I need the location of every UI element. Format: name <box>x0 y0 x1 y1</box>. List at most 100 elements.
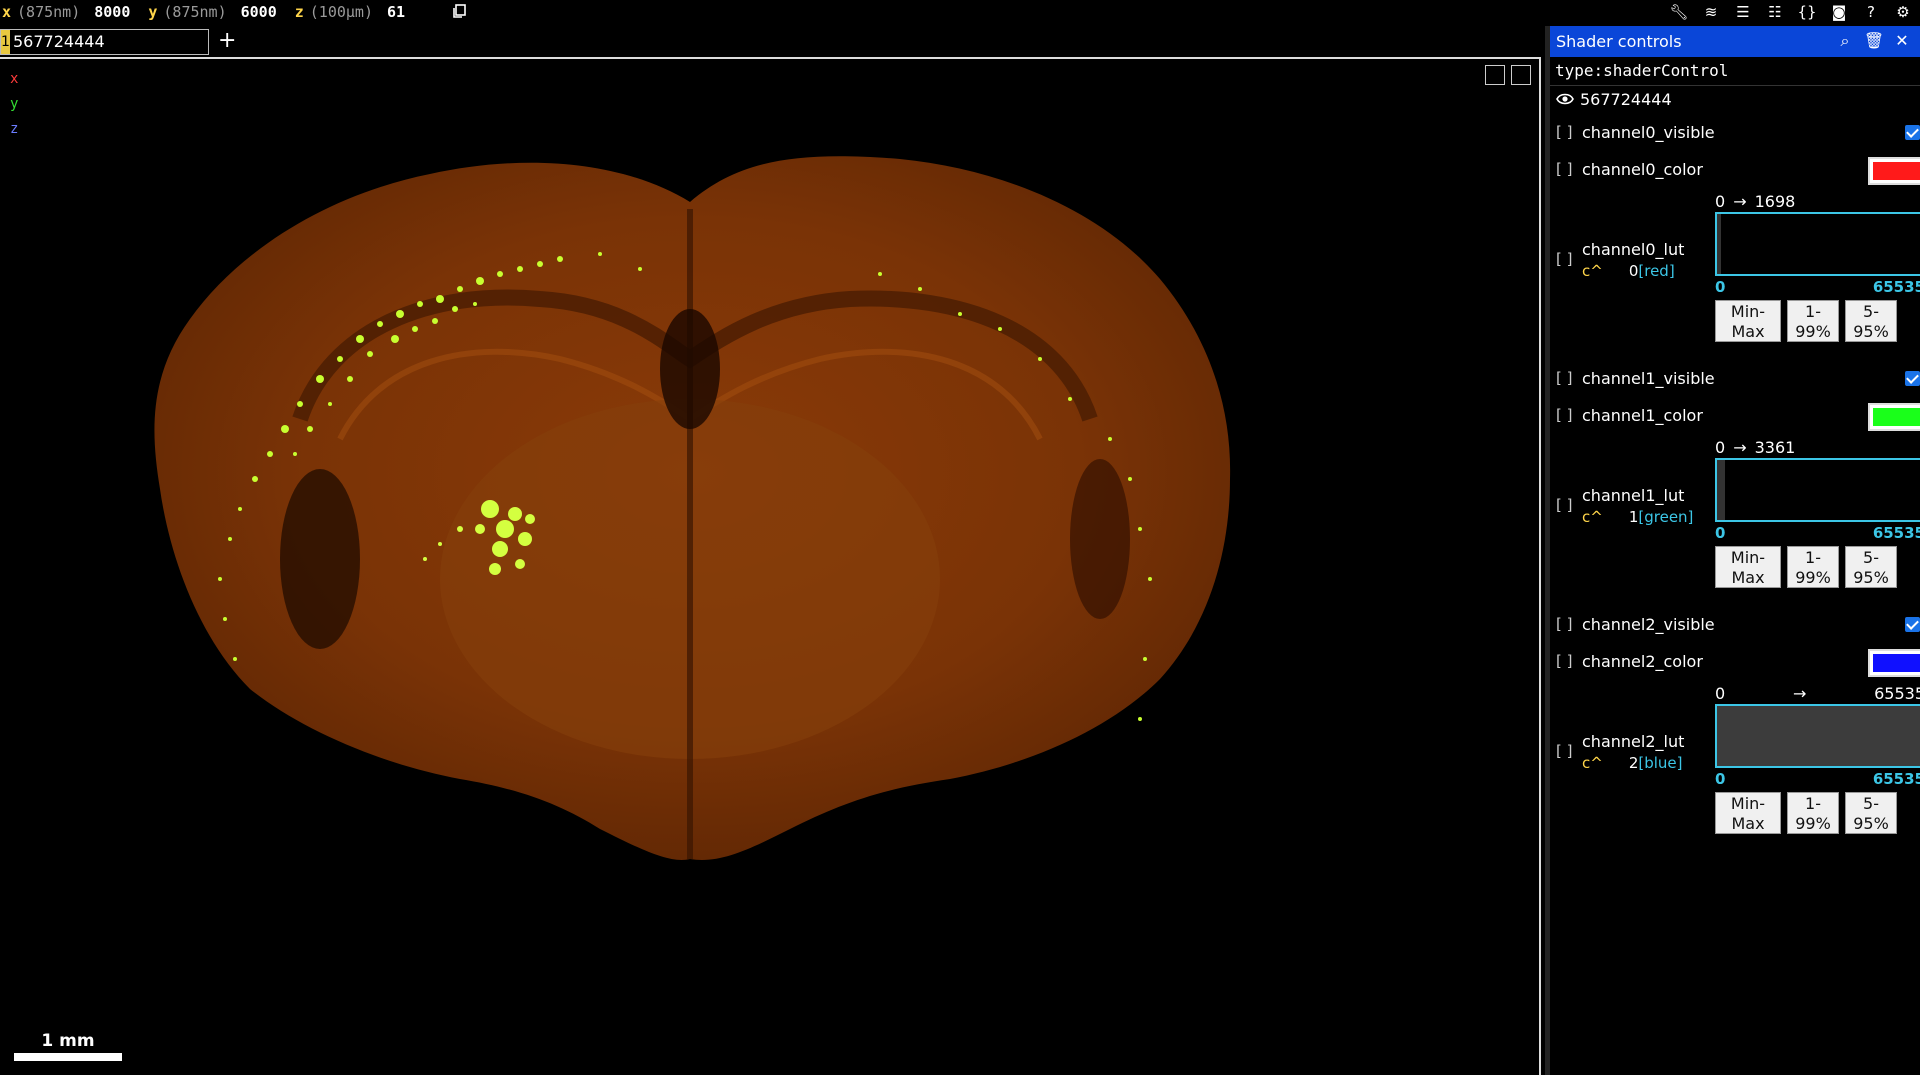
channel1-lut-block: [ ] channel1_lut c^ 1[green] 0 → 3361 0 6553… <box>1550 434 1920 606</box>
channel1-visible-checkbox[interactable] <box>1905 371 1920 386</box>
panel-layer-name: 567724444 <box>1580 90 1672 109</box>
eye-icon[interactable] <box>1556 92 1574 106</box>
channel0-color-swatch[interactable] <box>1868 157 1920 185</box>
x-axis-label: x <box>2 3 12 21</box>
range-min: 0 <box>1715 192 1726 211</box>
channel2-visible-checkbox[interactable] <box>1905 617 1920 632</box>
bracket-toggle[interactable]: [ ] <box>1556 250 1572 268</box>
min-max-button[interactable]: Min-Max <box>1715 792 1781 834</box>
bracket-toggle[interactable]: [ ] <box>1556 397 1572 434</box>
close-icon[interactable]: ✕ <box>1890 29 1914 53</box>
axis-legend: x y z <box>10 67 18 142</box>
wrench-icon[interactable]: 🔧︎ <box>1668 1 1690 23</box>
channel0-range[interactable]: 0 → 1698 <box>1715 192 1795 211</box>
p5-95-button[interactable]: 5-95% <box>1845 792 1897 834</box>
z-axis-label: z <box>294 3 304 21</box>
layer-number: 1 <box>1 30 10 54</box>
lut-index: 0 <box>1628 262 1639 280</box>
bracket-toggle[interactable]: [ ] <box>1556 360 1572 397</box>
p5-95-button[interactable]: 5-95% <box>1845 300 1897 342</box>
x-axis-indicator: x <box>10 71 19 87</box>
layer-name-input[interactable]: 567724444 <box>13 30 105 54</box>
shader-type-line[interactable]: type:shaderControl <box>1550 57 1920 86</box>
range-min: 0 <box>1715 438 1726 457</box>
bracket-toggle[interactable]: [ ] <box>1556 114 1572 151</box>
channel1-axis-ticks: 0 65535 <box>1715 524 1920 542</box>
arrow-icon: → <box>1792 684 1807 703</box>
scale-bar-label: 1 mm <box>41 1031 95 1051</box>
bracket-toggle[interactable]: [ ] <box>1556 496 1572 514</box>
channel2-color-label: channel2_color <box>1582 652 1703 671</box>
channel0-color-row: [ ] channel0_color <box>1550 151 1920 188</box>
channel2-lut-label: channel2_lut <box>1582 732 1685 751</box>
lut-index: 2 <box>1628 754 1639 772</box>
image-viewer[interactable]: x y z 1 mm <box>0 57 1541 1075</box>
list-icon[interactable]: ☰ <box>1732 1 1754 23</box>
channel0-visible-row: [ ] channel0_visible <box>1550 114 1920 151</box>
braces-icon[interactable]: {} <box>1796 1 1818 23</box>
channel0-histogram[interactable] <box>1715 212 1920 276</box>
channel2-visible-row: [ ] channel2_visible <box>1550 606 1920 643</box>
bracket-toggle[interactable]: [ ] <box>1556 643 1572 680</box>
channel2-range[interactable]: 0 → 65535 <box>1715 684 1920 703</box>
channel0-visible-label: channel0_visible <box>1582 123 1715 142</box>
p1-99-button[interactable]: 1-99% <box>1787 546 1839 588</box>
copy-icon[interactable] <box>452 4 466 19</box>
channel0-lut-sub: c^ 0[red] <box>1582 262 1675 280</box>
bracket-toggle[interactable]: [ ] <box>1556 742 1572 760</box>
channel1-color-swatch[interactable] <box>1868 403 1920 431</box>
z-coordinate[interactable]: z (100µm) 61 <box>293 0 421 24</box>
channel2-color-swatch[interactable] <box>1868 649 1920 677</box>
x-coordinate[interactable]: x (875nm) 8000 <box>0 0 146 24</box>
z-value[interactable]: 61 <box>387 3 405 21</box>
panel-title: Shader controls <box>1556 32 1682 51</box>
channel1-visible-label: channel1_visible <box>1582 369 1715 388</box>
layers-icon[interactable]: ≋ <box>1700 1 1722 23</box>
channel0-visible-checkbox[interactable] <box>1905 125 1920 140</box>
range-max: 65535 <box>1874 684 1920 703</box>
min-max-button[interactable]: Min-Max <box>1715 546 1781 588</box>
channel1-lut-label: channel1_lut <box>1582 486 1685 505</box>
x-value[interactable]: 8000 <box>94 3 130 21</box>
shader-controls-panel: Shader controls ⌕ 🗑︎ ✕ type:shaderContro… <box>1545 26 1920 1075</box>
p1-99-button[interactable]: 1-99% <box>1787 300 1839 342</box>
add-layer-button[interactable]: + <box>218 26 236 56</box>
p5-95-button[interactable]: 5-95% <box>1845 546 1897 588</box>
maximize-panel-icon[interactable] <box>1485 65 1505 85</box>
trash-icon[interactable]: 🗑︎ <box>1862 29 1886 53</box>
channel0-lut-block: [ ] channel0_lut c^ 0[red] 0 → 1698 0 65535 … <box>1550 188 1920 360</box>
channel1-range[interactable]: 0 → 3361 <box>1715 438 1795 457</box>
p1-99-button[interactable]: 1-99% <box>1787 792 1839 834</box>
y-value[interactable]: 6000 <box>241 3 277 21</box>
axis-max: 65535 <box>1872 770 1920 788</box>
channel2-axis-ticks: 0 65535 <box>1715 770 1920 788</box>
lut-index: 1 <box>1628 508 1639 526</box>
bracket-toggle[interactable]: [ ] <box>1556 151 1572 188</box>
split-panel-icon[interactable] <box>1511 65 1531 85</box>
coordinate-bar: x (875nm) 8000 y (875nm) 6000 z (100µm) 61 🔧︎ ≋ … <box>0 0 1920 24</box>
gear-icon[interactable]: ⚙ <box>1892 1 1914 23</box>
channel2-histogram[interactable] <box>1715 704 1920 768</box>
z-unit: (100µm) <box>309 3 373 21</box>
help-icon[interactable]: ? <box>1860 1 1882 23</box>
arrow-icon: → <box>1733 192 1747 211</box>
scale-bar-line <box>14 1053 122 1061</box>
sliders-icon[interactable]: ☷ <box>1764 1 1786 23</box>
bracket-toggle[interactable]: [ ] <box>1556 606 1572 643</box>
channel1-histogram[interactable] <box>1715 458 1920 522</box>
lut-color-name: [red] <box>1638 262 1675 280</box>
min-max-button[interactable]: Min-Max <box>1715 300 1781 342</box>
channel2-lut-block: [ ] channel2_lut c^ 2[blue] 0 → 65535 0 6553… <box>1550 680 1920 852</box>
axis-min: 0 <box>1715 278 1726 296</box>
search-icon[interactable]: ⌕ <box>1833 29 1857 53</box>
z-axis-indicator: z <box>10 121 19 137</box>
range-min: 0 <box>1715 684 1726 703</box>
channel1-visible-row: [ ] channel1_visible <box>1550 360 1920 397</box>
y-coordinate[interactable]: y (875nm) 6000 <box>146 0 292 24</box>
camera-icon[interactable]: ◙ <box>1828 1 1850 23</box>
arrow-icon: → <box>1733 438 1747 457</box>
layer-tab[interactable]: 1 567724444 <box>0 29 209 55</box>
lut-prefix: c^ <box>1582 754 1603 772</box>
range-max: 1698 <box>1754 192 1796 211</box>
channel2-lut-sub: c^ 2[blue] <box>1582 754 1683 772</box>
